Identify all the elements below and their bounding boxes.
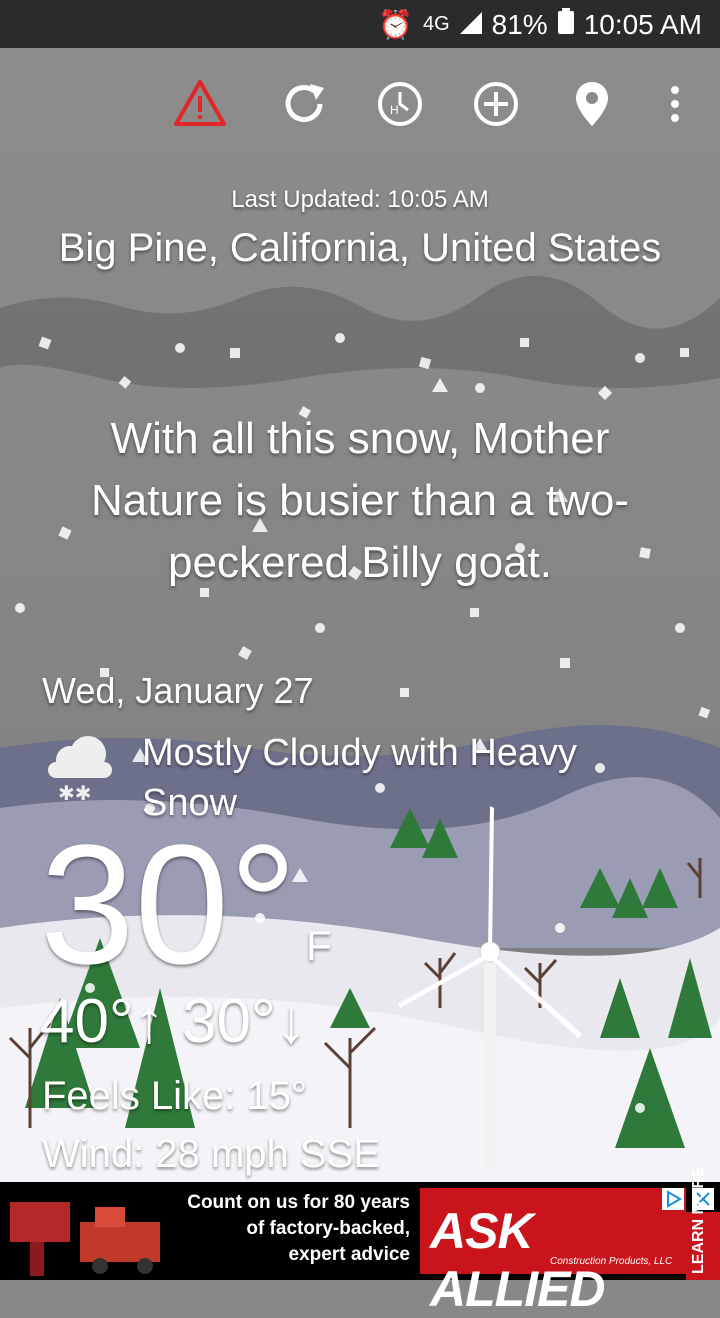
add-icon[interactable] <box>468 76 524 132</box>
ad-message: Count on us for 80 years of factory-back… <box>180 1190 410 1268</box>
alarm-icon: ⏰ <box>378 9 413 40</box>
ad-choices-icon[interactable] <box>662 1188 684 1210</box>
forecast-date: Wed, January 27 <box>42 670 314 711</box>
battery-percentage: 81% <box>491 8 548 40</box>
ad-machinery-image <box>0 1182 180 1280</box>
snow-cloud-icon: ✱✱ <box>40 728 120 808</box>
ad-line-3: expert advice <box>288 1244 410 1265</box>
last-updated: Last Updated: 10:05 AM <box>231 186 489 213</box>
feels-like: Feels Like: 15° <box>42 1074 308 1118</box>
svg-text:H: H <box>390 103 399 117</box>
battery-icon <box>557 8 574 41</box>
network-indicator: 4G <box>422 13 450 35</box>
svg-text:✱✱: ✱✱ <box>58 781 92 805</box>
location-icon[interactable] <box>564 76 620 132</box>
alert-icon[interactable] <box>172 76 228 132</box>
ad-brand-subtitle: Construction Products, LLC <box>550 1256 673 1267</box>
current-temperature: 30° <box>40 810 298 1000</box>
weather-quote: With all this snow, Mother Nature is bus… <box>90 414 630 587</box>
signal-icon <box>459 9 482 41</box>
ad-learn-more-button[interactable]: LEARN MORE <box>686 1166 720 1280</box>
toolbar: H <box>0 64 720 144</box>
temperature-unit: F <box>306 922 332 969</box>
ad-banner[interactable]: Count on us for 80 years of factory-back… <box>0 1166 720 1317</box>
clock: 10:05 AM <box>583 8 702 40</box>
refresh-icon[interactable] <box>276 76 332 132</box>
history-icon[interactable]: H <box>372 76 428 132</box>
wind-info: Wind: 28 mph SSE <box>42 1132 380 1176</box>
ad-brand-logo: ASK ALLIED Construction Products, LLC <box>420 1188 686 1317</box>
high-low-temperature: 40°↑ 30°↓ <box>40 987 307 1056</box>
ad-line-2: of factory-backed, <box>246 1218 410 1239</box>
status-bar: ⏰ 4G 81% 10:05 AM <box>0 0 720 48</box>
location-name[interactable]: Big Pine, California, United States <box>0 226 720 271</box>
ad-learn-more-label: LEARN MORE <box>690 1166 707 1274</box>
ad-line-1: Count on us for 80 years <box>187 1192 410 1213</box>
more-icon[interactable] <box>660 76 690 132</box>
